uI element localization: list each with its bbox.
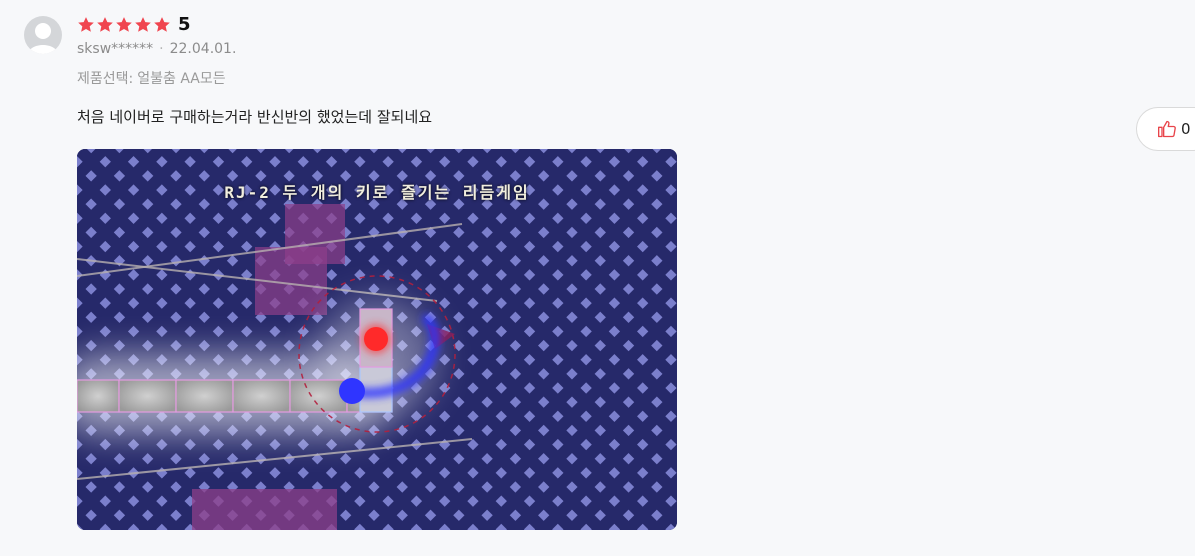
review-meta: sksw****** · 22.04.01.	[77, 41, 236, 57]
option-label: 제품선택:	[77, 71, 134, 87]
review-text: 처음 네이버로 구매하는거라 반신반의 했었는데 잘되네요	[77, 108, 433, 126]
red-planet	[364, 327, 388, 351]
product-option: 제품선택: 얼불춤 AA모든	[77, 68, 226, 88]
star-icon	[78, 16, 94, 32]
star-icon	[135, 16, 151, 32]
star-icon	[97, 16, 113, 32]
review-photo[interactable]: RJ-2 두 개의 키로 즐기는 리듬게임	[77, 149, 677, 530]
rating: 5	[77, 14, 191, 35]
rating-score: 5	[178, 14, 191, 35]
like-button[interactable]: 0	[1136, 107, 1195, 151]
rating-stars	[77, 16, 171, 34]
option-value: 얼불춤 AA모든	[137, 71, 226, 87]
meta-separator: ·	[159, 41, 164, 57]
like-count: 0	[1181, 120, 1191, 138]
game-screenshot	[77, 149, 677, 530]
user-silhouette-icon	[28, 23, 58, 54]
blue-planet	[339, 378, 365, 404]
star-icon	[116, 16, 132, 32]
avatar	[24, 16, 62, 54]
photo-caption: RJ-2 두 개의 키로 즐기는 리듬게임	[224, 183, 530, 202]
thumbs-up-icon	[1158, 120, 1176, 138]
author-name: sksw******	[77, 41, 154, 57]
review-date: 22.04.01.	[169, 41, 237, 57]
star-icon	[154, 16, 170, 32]
